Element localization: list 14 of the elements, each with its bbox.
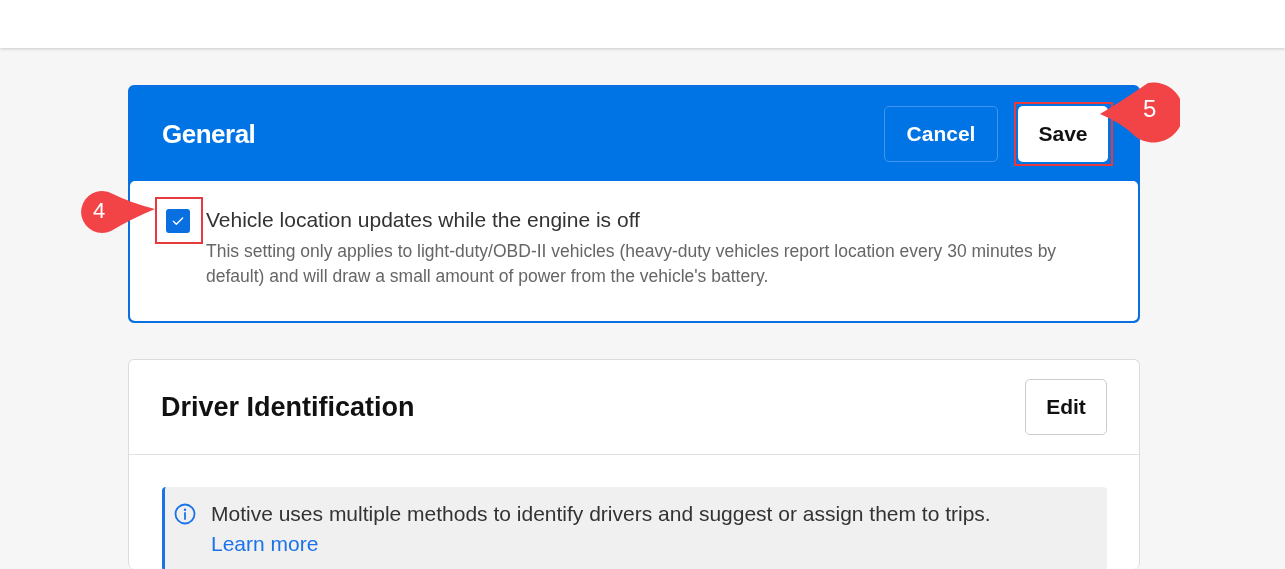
checkbox[interactable] xyxy=(166,209,190,233)
step-callout: 4 xyxy=(79,189,155,235)
learn-more-link[interactable]: Learn more xyxy=(211,532,319,555)
card-title: General xyxy=(162,118,256,150)
setting-label: Vehicle location updates while the engine is off xyxy=(206,207,641,233)
setting-description: This setting only applies to light-duty/OBD-II vehicles (heavy-duty vehicles report location every 30 minutes by default) and will draw a small amount of power from the vehicle's battery. xyxy=(206,240,1058,288)
cancel-button[interactable]: Cancel xyxy=(884,106,998,162)
card-title: Driver Identification xyxy=(161,391,415,423)
edit-button[interactable]: Edit xyxy=(1025,379,1107,435)
step-callout: 5 xyxy=(1100,81,1180,145)
highlight-outline xyxy=(155,197,203,244)
info-text: Motive uses multiple methods to identify drivers and suggest or assign them to trips. Learn more xyxy=(211,501,992,557)
info-icon xyxy=(173,502,197,526)
save-button[interactable]: Save xyxy=(1018,106,1108,162)
